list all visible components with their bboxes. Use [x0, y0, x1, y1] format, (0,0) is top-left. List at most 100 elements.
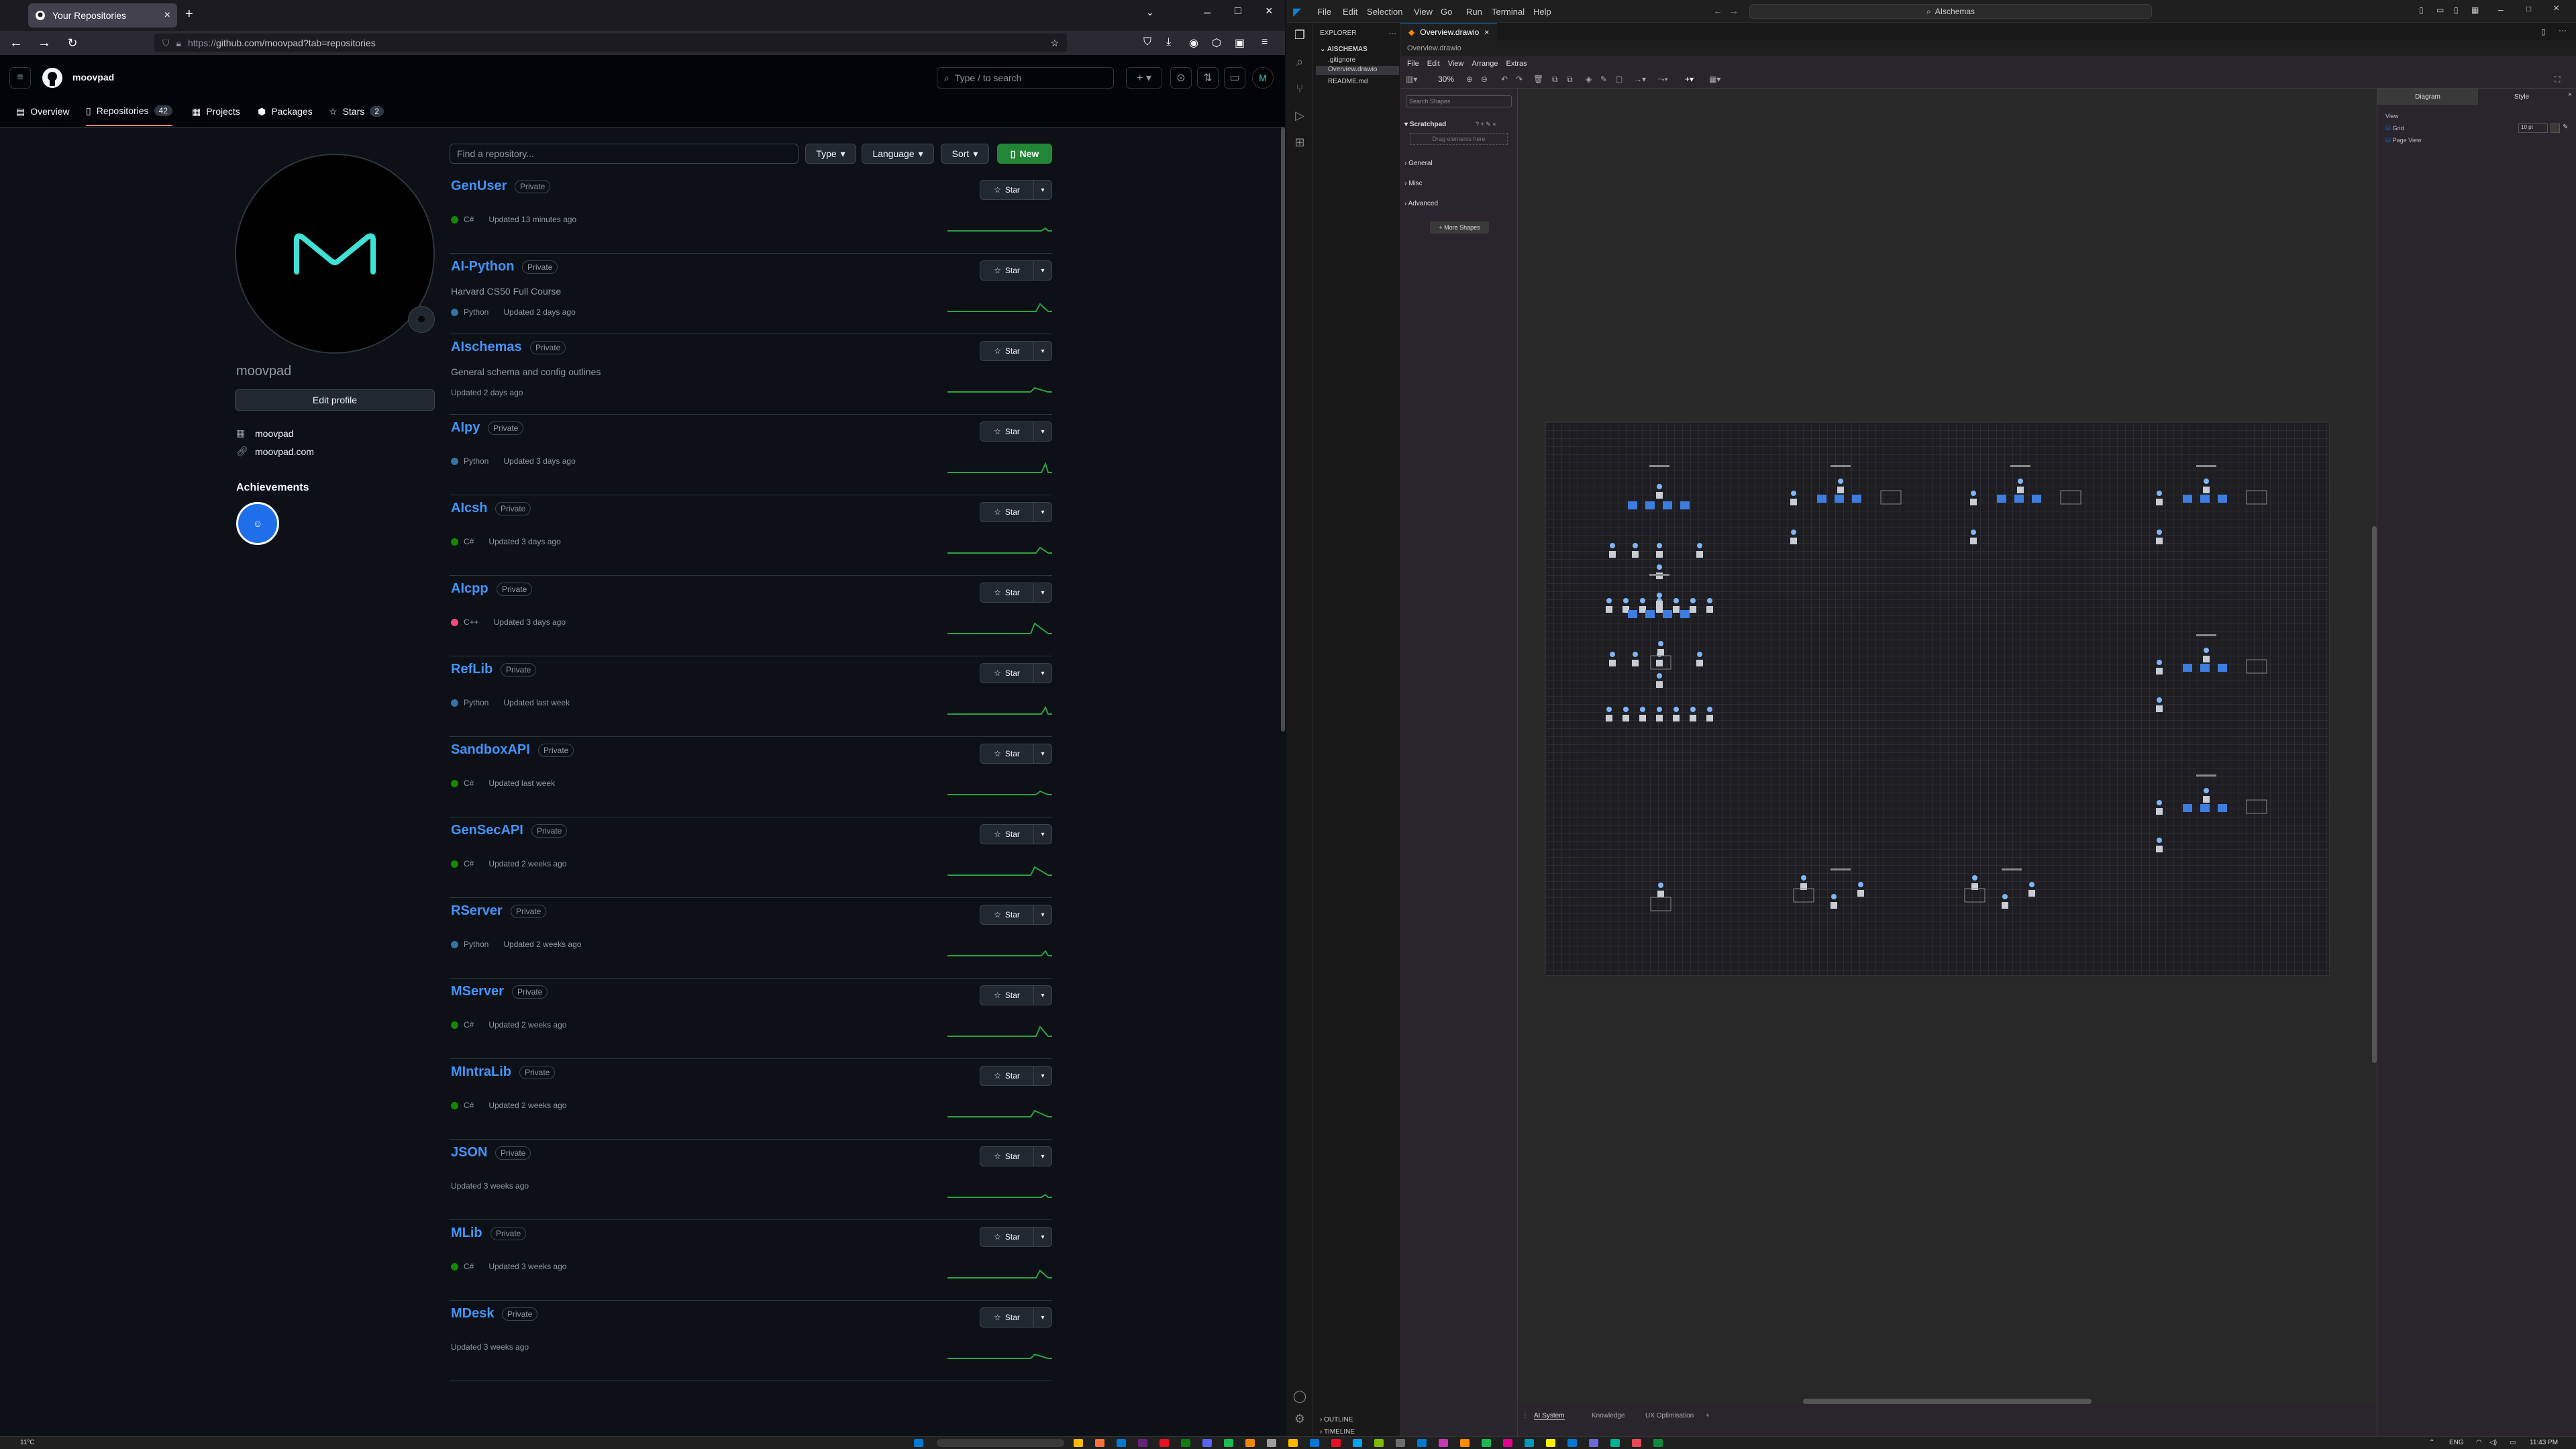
diagram-card[interactable]	[1793, 888, 1814, 903]
inbox-icon[interactable]: ▭	[1224, 67, 1245, 89]
advanced-section[interactable]: › Advanced	[1404, 200, 1438, 207]
add-page-icon[interactable]: +	[1706, 1412, 1710, 1419]
diagram-card[interactable]	[2246, 799, 2267, 814]
insert-icon[interactable]: +▾	[1685, 74, 1694, 84]
diagram-node[interactable]	[1790, 491, 1797, 505]
star-list-dropdown-icon[interactable]: ▾	[1034, 992, 1051, 999]
browser-tab[interactable]: Your Repositories ×	[28, 3, 177, 28]
app-icon[interactable]	[1503, 1439, 1512, 1447]
bookmark-star-icon[interactable]: ☆	[1050, 38, 1059, 49]
star-list-dropdown-icon[interactable]: ▾	[1034, 1314, 1051, 1321]
split-editor-icon[interactable]: ▯	[2541, 27, 2546, 36]
line-color-icon[interactable]: ✎	[1600, 74, 1607, 84]
pull-requests-icon[interactable]: ⇅	[1197, 67, 1219, 89]
star-list-dropdown-icon[interactable]: ▾	[1034, 1153, 1051, 1160]
tab-overview[interactable]: ▤ Overview	[16, 103, 70, 119]
account-icon[interactable]: ◉	[1189, 36, 1198, 50]
diagram-page[interactable]	[1545, 421, 2330, 976]
star-list-dropdown-icon[interactable]: ▾	[1034, 267, 1051, 274]
diagram-card[interactable]	[1880, 490, 1902, 505]
drawio-menu-edit[interactable]: Edit	[1427, 60, 1440, 68]
connection-icon[interactable]: →▾	[1634, 74, 1646, 84]
scratchpad-dropzone[interactable]: Drag elements here	[1410, 133, 1508, 145]
page-tab-ai-system[interactable]: AI System	[1534, 1412, 1565, 1420]
diagram-node[interactable]	[1696, 543, 1703, 558]
diagram-block[interactable]	[1817, 495, 1826, 503]
diagram-node[interactable]	[2002, 894, 2008, 909]
workspace-folder[interactable]: ⌄ AISCHEMAS	[1320, 46, 1368, 53]
new-repo-button[interactable]: ▯ New	[997, 144, 1052, 164]
diagram-card[interactable]	[1650, 897, 1671, 911]
star-button[interactable]: ☆ Star	[980, 825, 1034, 844]
canvas-horizontal-scrollbar[interactable]	[1803, 1399, 2092, 1404]
menu-edit[interactable]: Edit	[1343, 7, 1357, 17]
diagram-block[interactable]	[2183, 804, 2192, 812]
diagram-node[interactable]	[2028, 882, 2035, 897]
set-status-button[interactable]: ☻	[408, 306, 435, 333]
menu-help[interactable]: Help	[1533, 7, 1551, 17]
extensions-icon[interactable]: ⬡	[1212, 36, 1221, 50]
repo-name-link[interactable]: MIntraLib	[451, 1064, 511, 1080]
fullscreen-icon[interactable]: ⛶	[2555, 74, 2560, 85]
diagram-node[interactable]	[1971, 875, 1978, 890]
repo-name-link[interactable]: RServer	[451, 903, 503, 919]
canvas-vertical-scrollbar[interactable]	[2372, 526, 2377, 1063]
start-icon[interactable]	[914, 1439, 923, 1447]
star-button[interactable]: ☆ Star	[980, 503, 1034, 521]
diagram-node[interactable]	[1632, 543, 1639, 558]
diagram-node[interactable]	[1656, 707, 1663, 721]
repo-name-link[interactable]: AIschemas	[451, 340, 522, 355]
menu-icon[interactable]: ≡	[1261, 36, 1268, 48]
toggle-sidebar-icon[interactable]: ▯	[2419, 5, 2424, 15]
diagram-canvas[interactable]	[1518, 89, 2377, 1404]
search-icon[interactable]: ⌕	[1292, 55, 1308, 71]
diagram-node[interactable]	[1673, 598, 1680, 613]
menu-file[interactable]: File	[1317, 7, 1331, 17]
diagram-node[interactable]	[2203, 479, 2210, 493]
extensions-icon[interactable]: ⊞	[1292, 136, 1308, 152]
diagram-card[interactable]	[2060, 490, 2081, 505]
toggle-panel-icon[interactable]: ▭	[2436, 5, 2444, 15]
diagram-node[interactable]	[1632, 652, 1639, 666]
type-filter-button[interactable]: Type ▾	[805, 144, 856, 164]
diagram-block[interactable]	[2032, 495, 2041, 503]
star-list-dropdown-icon[interactable]: ▾	[1034, 670, 1051, 677]
diagram-block[interactable]	[2218, 495, 2227, 503]
close-icon[interactable]: ×	[1484, 28, 1489, 37]
diagram-block[interactable]	[1628, 501, 1637, 509]
issues-icon[interactable]: ⊙	[1170, 67, 1192, 89]
diagram-node[interactable]	[1837, 479, 1844, 493]
create-new-button[interactable]: + ▾	[1126, 67, 1162, 89]
github-logo-icon[interactable]	[42, 67, 63, 92]
vscode-icon[interactable]	[1117, 1439, 1126, 1447]
page-tab-ux-optimisation[interactable]: UX Optimisation	[1645, 1412, 1694, 1419]
star-button[interactable]: ☆ Star	[980, 905, 1034, 924]
repo-name-link[interactable]: GenUser	[451, 179, 507, 194]
diagram-node[interactable]	[2017, 479, 2024, 493]
explorer-icon[interactable]: ❐	[1292, 28, 1308, 44]
edit-profile-button[interactable]: Edit profile	[235, 389, 435, 411]
diagram-node[interactable]	[1656, 564, 1663, 579]
app-icon[interactable]	[1396, 1439, 1405, 1447]
reload-icon[interactable]: ↻	[63, 36, 82, 50]
to-back-icon[interactable]: ⧉	[1567, 74, 1573, 85]
star-list-dropdown-icon[interactable]: ▾	[1034, 509, 1051, 516]
tab-style[interactable]: Style	[2478, 89, 2565, 105]
diagram-block[interactable]	[2183, 495, 2192, 503]
repo-name-link[interactable]: SandboxAPI	[451, 742, 530, 758]
diagram-node[interactable]	[1639, 707, 1646, 721]
app-icon[interactable]	[1632, 1439, 1641, 1447]
firefox-icon[interactable]	[1095, 1439, 1104, 1447]
app-icon[interactable]	[1460, 1439, 1470, 1447]
star-button[interactable]: ☆ Star	[980, 422, 1034, 441]
diagram-node[interactable]	[1706, 598, 1713, 613]
hamburger-menu-button[interactable]: ≡	[9, 67, 31, 89]
repo-name-link[interactable]: JSON	[451, 1145, 487, 1160]
app-icon[interactable]	[1267, 1439, 1276, 1447]
repo-name-link[interactable]: AIpy	[451, 420, 480, 436]
repo-name-link[interactable]: AIcsh	[451, 501, 487, 516]
language-filter-button[interactable]: Language ▾	[862, 144, 934, 164]
outline-section[interactable]: › OUTLINE	[1320, 1416, 1353, 1423]
diagram-node[interactable]	[1857, 882, 1864, 897]
diagram-node[interactable]	[1656, 543, 1663, 558]
